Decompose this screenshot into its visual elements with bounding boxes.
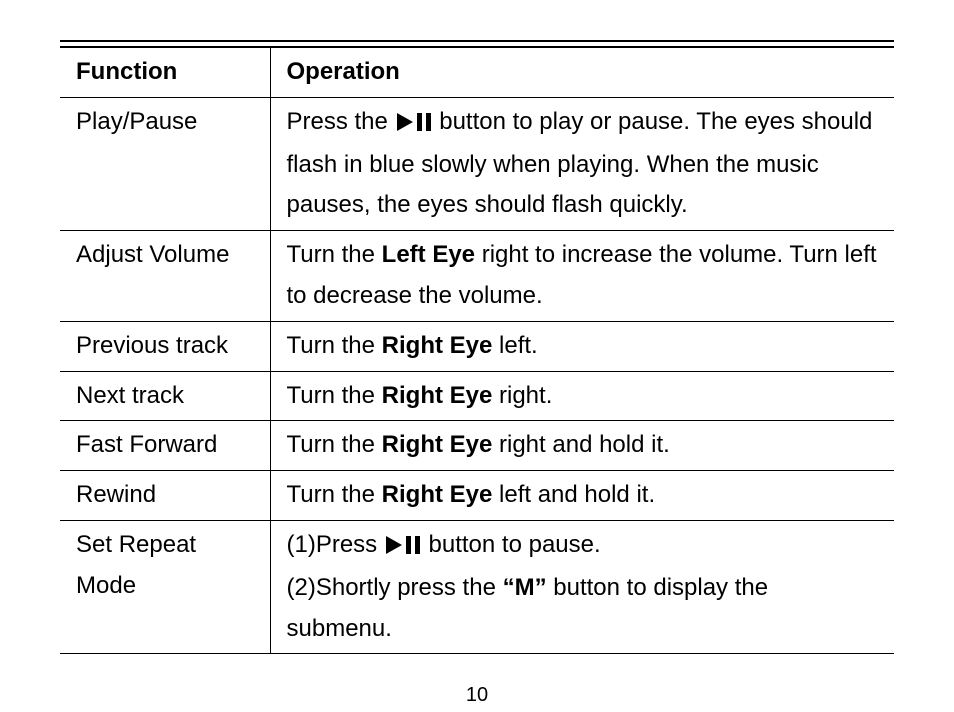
- row-set-repeat: Set Repeat Mode (1)Press button to pause…: [60, 520, 894, 653]
- row-rewind: Rewind Turn the Right Eye left and hold …: [60, 471, 894, 521]
- op-play-pause: Press the button to play or pause. The e…: [270, 97, 894, 230]
- header-operation: Operation: [270, 47, 894, 97]
- op-adjust-volume: Turn the Left Eye right to increase the …: [270, 231, 894, 322]
- play-pause-icon: [386, 527, 420, 568]
- op-set-repeat: (1)Press button to pause. (2)Shortly pre…: [270, 520, 894, 653]
- func-next-track: Next track: [60, 371, 270, 421]
- op-rewind: Turn the Right Eye left and hold it.: [270, 471, 894, 521]
- func-adjust-volume: Adjust Volume: [60, 231, 270, 322]
- row-next-track: Next track Turn the Right Eye right.: [60, 371, 894, 421]
- page-number: 10: [60, 678, 894, 712]
- function-operation-table: Function Operation Play/Pause Press the …: [60, 46, 894, 654]
- op-next-track: Turn the Right Eye right.: [270, 371, 894, 421]
- header-function: Function: [60, 47, 270, 97]
- manual-page: Function Operation Play/Pause Press the …: [0, 0, 954, 712]
- op-previous-track: Turn the Right Eye left.: [270, 321, 894, 371]
- op-fast-forward: Turn the Right Eye right and hold it.: [270, 421, 894, 471]
- func-fast-forward: Fast Forward: [60, 421, 270, 471]
- func-set-repeat: Set Repeat Mode: [60, 520, 270, 653]
- top-rule: [60, 40, 894, 42]
- func-play-pause: Play/Pause: [60, 97, 270, 230]
- play-pause-icon: [397, 104, 431, 145]
- row-play-pause: Play/Pause Press the button to play or p…: [60, 97, 894, 230]
- row-adjust-volume: Adjust Volume Turn the Left Eye right to…: [60, 231, 894, 322]
- func-rewind: Rewind: [60, 471, 270, 521]
- row-previous-track: Previous track Turn the Right Eye left.: [60, 321, 894, 371]
- func-previous-track: Previous track: [60, 321, 270, 371]
- row-fast-forward: Fast Forward Turn the Right Eye right an…: [60, 421, 894, 471]
- table-header-row: Function Operation: [60, 47, 894, 97]
